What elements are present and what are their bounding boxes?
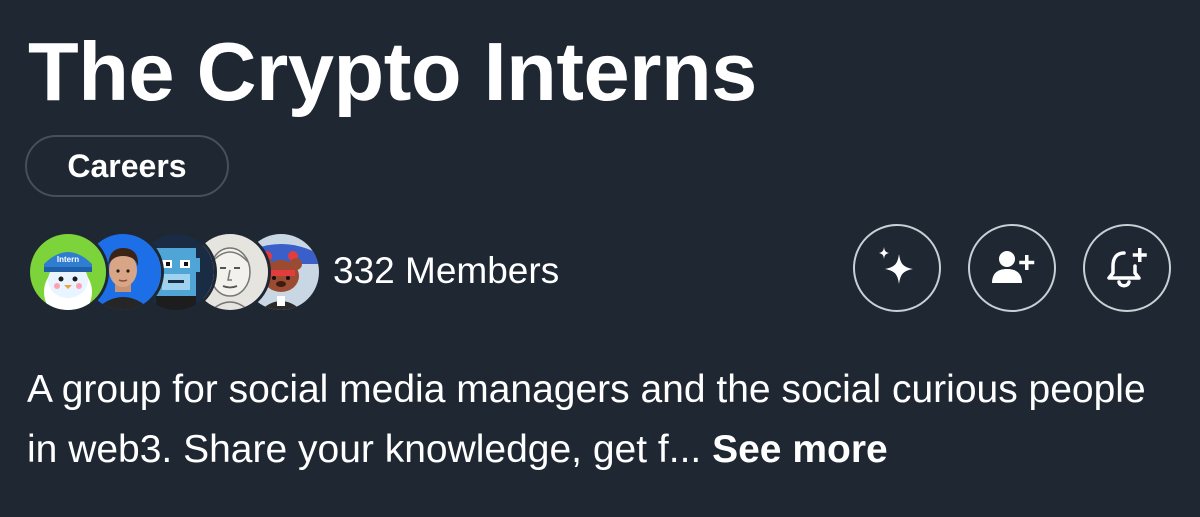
community-title: The Crypto Interns [28, 25, 757, 118]
see-more-link[interactable]: See more [712, 428, 888, 471]
member-avatars[interactable]: Intern [27, 231, 322, 313]
sparkle-button[interactable] [853, 224, 941, 312]
bell-plus-icon [1107, 248, 1147, 288]
cap-text: Intern [57, 255, 79, 264]
description-text: A group for social media managers and th… [27, 368, 1146, 471]
member-count[interactable]: 332 Members [333, 250, 559, 292]
sparkle-icon [879, 247, 913, 284]
notification-button[interactable] [1083, 224, 1171, 312]
category-tag[interactable]: Careers [25, 135, 229, 197]
group-description: A group for social media managers and th… [27, 360, 1177, 480]
penguin-avatar[interactable]: Intern [27, 231, 109, 313]
add-member-button[interactable] [968, 224, 1056, 312]
person-plus-icon [992, 251, 1035, 283]
